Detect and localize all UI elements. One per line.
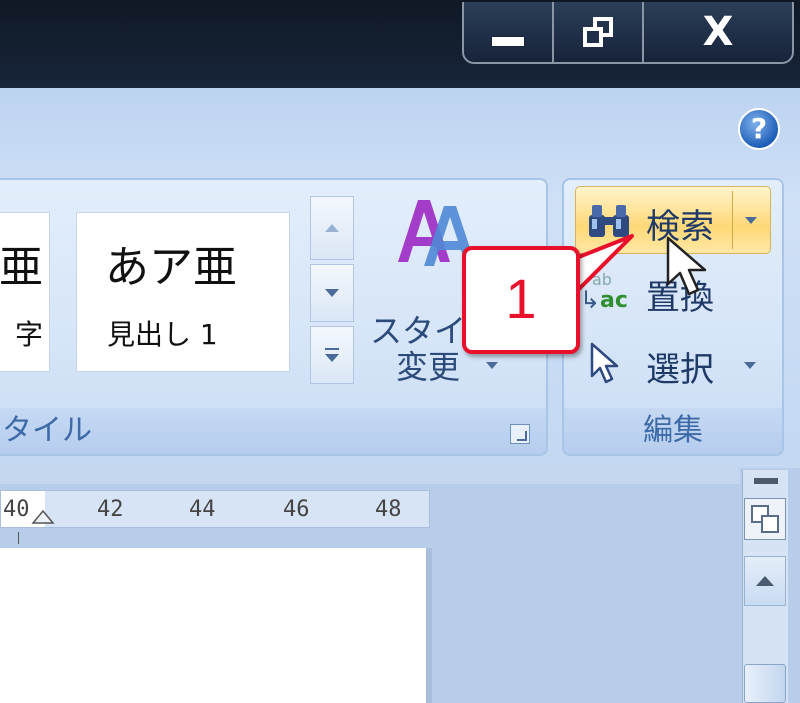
ruler-notch [18,532,19,544]
gallery-scroll-up-button[interactable] [310,196,354,260]
style-name: 見出し 1 [107,318,218,351]
chevron-down-icon[interactable] [745,217,757,224]
page-shadow [426,548,432,703]
expand-gallery-icon [325,348,339,362]
split-handle[interactable] [754,478,778,484]
style-preview: 亜 [0,242,43,293]
style-tile[interactable]: 亜 字 [0,212,50,372]
styles-group-label: タイル [0,408,546,454]
ruler-tick: 46 [283,497,310,522]
document-page[interactable] [0,548,427,703]
pointer-icon [590,342,619,384]
chevron-down-icon [325,289,339,297]
change-styles-label-2: 変更 [396,348,461,386]
indent-marker-icon[interactable] [31,509,55,525]
style-preview: あア亜 [105,242,237,293]
gallery-scroll-down-button[interactable] [310,264,354,322]
chevron-down-icon [744,362,756,369]
ribbon-bottom-edge [0,468,740,484]
ruler-tick: 42 [97,497,124,522]
title-bar: X [0,0,800,88]
select-button[interactable]: 選択 [588,336,778,396]
select-label: 選択 [646,350,714,390]
style-gallery-scroll [310,196,354,386]
style-tile-heading-1[interactable]: あア亜 見出し 1 [76,212,290,372]
close-icon: X [702,9,734,55]
window-controls: X [462,2,794,64]
horizontal-ruler[interactable]: 40 42 44 46 48 [0,490,430,528]
find-split-divider [732,191,733,249]
ruler-tick: 44 [189,497,216,522]
dialog-launcher-icon[interactable] [510,424,530,444]
mouse-cursor-icon [666,236,707,296]
restore-button[interactable] [554,2,644,62]
ruler-tick: 48 [375,497,402,522]
minimize-icon [492,36,524,46]
scroll-up-button[interactable] [744,556,786,606]
view-ruler-button[interactable] [744,498,786,540]
ruler-tick: 40 [3,497,30,522]
gallery-more-button[interactable] [310,326,354,384]
restore-icon [583,17,613,47]
style-name: 字 [14,318,43,351]
chevron-up-icon [756,576,774,586]
help-icon[interactable]: ? [738,108,780,150]
step-callout: 1 [462,246,580,354]
scroll-thumb[interactable] [744,664,786,703]
chevron-up-icon [325,224,339,232]
edit-group-label: 編集 [564,408,782,454]
minimize-button[interactable] [464,2,554,62]
chevron-down-icon [486,362,498,369]
close-button[interactable]: X [644,2,792,62]
